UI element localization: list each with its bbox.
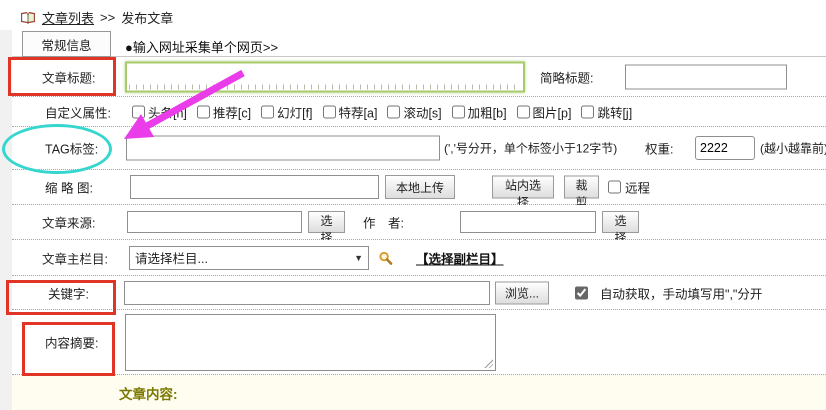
thumbnail-label: 缩 略 图:: [45, 178, 93, 197]
weight-label: 权重:: [645, 139, 673, 158]
category-select[interactable]: 请选择栏目... ▼: [129, 246, 369, 270]
summary-label: 内容摘要:: [45, 333, 98, 352]
attr-label: 图片[p]: [533, 102, 572, 121]
attr-option: 幻灯[f]: [261, 102, 312, 121]
summary-textarea[interactable]: [125, 314, 496, 371]
attr-label: 推荐[c]: [213, 102, 251, 121]
page-left-margin: [0, 30, 12, 410]
attr-option: 图片[p]: [517, 102, 572, 121]
breadcrumb-current: 发布文章: [121, 8, 173, 27]
tag-hint: (','号分开，单个标签小于12字节): [444, 140, 617, 157]
source-label: 文章来源:: [42, 213, 95, 232]
attr-option: 跳转[j]: [581, 102, 632, 121]
attr-label: 滚动[s]: [403, 102, 441, 121]
title-input[interactable]: [125, 61, 525, 92]
browse-button[interactable]: 浏览...: [495, 281, 549, 304]
row-thumbnail: 缩 略 图: 本地上传 站内选择 裁剪 远程: [12, 170, 826, 205]
title-input-wrap: [125, 61, 525, 92]
attr-checkbox-f[interactable]: [261, 105, 274, 118]
row-summary: 内容摘要:: [12, 310, 826, 375]
keywords-input[interactable]: [124, 281, 490, 305]
row-category: 文章主栏目: 请选择栏目... ▼ 【选择副栏目】: [12, 240, 826, 276]
upload-local-button[interactable]: 本地上传: [385, 175, 455, 199]
category-select-value: 请选择栏目...: [135, 248, 354, 267]
attr-label: 幻灯[f]: [277, 102, 312, 121]
site-select-button[interactable]: 站内选择: [492, 176, 554, 199]
attr-checkbox-p[interactable]: [517, 105, 530, 118]
attributes-label: 自定义属性:: [45, 102, 111, 121]
attr-checkbox-c[interactable]: [197, 105, 210, 118]
row-attributes: 自定义属性: 头条[h] 推荐[c] 幻灯[f] 特荐[a] 滚动[s]: [12, 97, 826, 127]
attr-label: 跳转[j]: [597, 102, 632, 121]
category-label: 文章主栏目:: [42, 248, 108, 267]
weight-input[interactable]: [695, 136, 755, 160]
auto-keywords-checkbox[interactable]: [575, 286, 588, 299]
short-title-input[interactable]: [625, 64, 787, 89]
author-select-button[interactable]: 选择: [602, 211, 639, 233]
author-input[interactable]: [460, 211, 596, 233]
remote-checkbox[interactable]: [608, 181, 621, 194]
sub-category-link[interactable]: 【选择副栏目】: [416, 248, 504, 267]
attr-checkbox-j[interactable]: [581, 105, 594, 118]
chevron-down-icon: ▼: [354, 253, 363, 263]
attr-checkbox-a[interactable]: [323, 105, 336, 118]
breadcrumb-separator: >>: [100, 10, 115, 25]
attr-option: 推荐[c]: [197, 102, 251, 121]
author-label: 作 者:: [363, 213, 404, 232]
breadcrumb: 文章列表 >> 发布文章: [20, 8, 173, 27]
attr-checkbox-b[interactable]: [452, 105, 465, 118]
tag-label: TAG标签:: [45, 139, 98, 158]
crop-button[interactable]: 裁剪: [564, 176, 599, 199]
search-icon[interactable]: [378, 250, 393, 265]
attr-label: 头条[h]: [148, 102, 187, 121]
attr-checkbox-h[interactable]: [132, 105, 145, 118]
short-title-label: 简略标题:: [540, 67, 593, 86]
attr-option: 加粗[b]: [452, 102, 507, 121]
breadcrumb-link-article-list[interactable]: 文章列表: [42, 8, 94, 27]
attr-option: 滚动[s]: [387, 102, 441, 121]
auto-keywords-label: 自动获取，手动填写用","分开: [600, 283, 762, 302]
row-title: 文章标题: 简略标题:: [12, 57, 826, 97]
source-select-button[interactable]: 选择: [308, 211, 345, 233]
attr-option: 特荐[a]: [323, 102, 378, 121]
row-tag: TAG标签: (','号分开，单个标签小于12字节) 权重: (越小越靠前): [12, 127, 826, 170]
attribute-options: 头条[h] 推荐[c] 幻灯[f] 特荐[a] 滚动[s] 加粗[b]: [132, 102, 642, 121]
book-icon: [20, 11, 36, 25]
attr-label: 加粗[b]: [468, 102, 507, 121]
attr-option: 头条[h]: [132, 102, 187, 121]
row-keywords: 关键字: 浏览... 自动获取，手动填写用","分开: [12, 276, 826, 310]
row-source-author: 文章来源: 选择 作 者: 选择: [12, 205, 826, 240]
tab-general-info[interactable]: 常规信息: [22, 31, 111, 57]
source-input[interactable]: [127, 211, 302, 233]
attr-label: 特荐[a]: [339, 102, 378, 121]
remote-label: 远程: [625, 178, 650, 197]
publish-article-page: 文章列表 >> 发布文章 常规信息 ●输入网址采集单个网页>> 文章标题: 简略…: [0, 0, 826, 410]
content-section: 文章内容:: [12, 375, 826, 410]
weight-hint: (越小越靠前): [760, 140, 826, 157]
attr-checkbox-s[interactable]: [387, 105, 400, 118]
content-label: 文章内容:: [119, 383, 178, 403]
title-label: 文章标题:: [42, 67, 95, 86]
tag-input[interactable]: [126, 136, 440, 161]
collect-url-link[interactable]: ●输入网址采集单个网页>>: [125, 37, 278, 56]
thumbnail-input[interactable]: [130, 175, 379, 199]
keywords-label: 关键字:: [48, 283, 89, 302]
